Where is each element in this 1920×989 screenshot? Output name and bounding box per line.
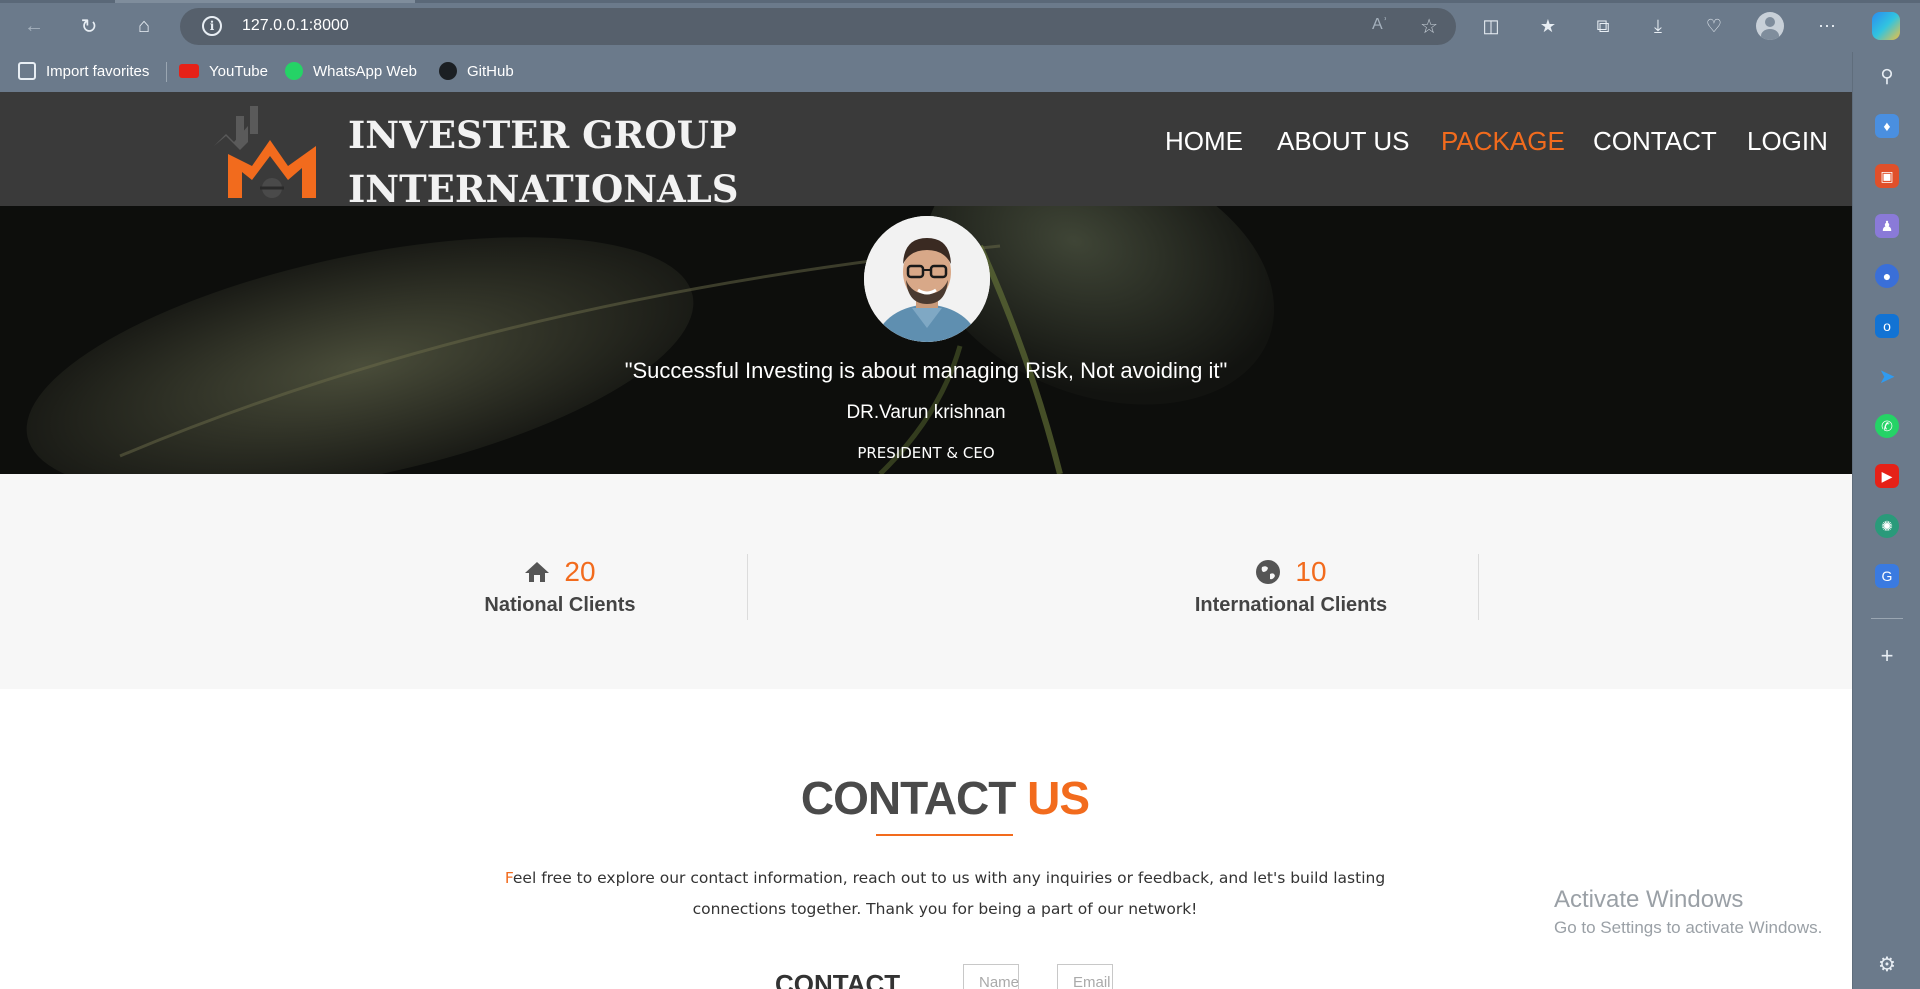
home-icon [525,562,550,582]
split-screen-icon[interactable]: ◫ [1476,11,1506,41]
nav-login[interactable]: LOGIN [1747,126,1828,157]
favorite-label: GitHub [467,62,514,80]
favorites-divider [166,62,167,82]
company-name[interactable]: INVESTER GROUP INTERNATIONALS [348,108,738,216]
contact-heading: CONTACT US [0,771,1852,825]
favorite-label: YouTube [209,62,268,80]
stat-divider [1478,554,1479,620]
email-field[interactable]: Email [1057,964,1113,989]
favorite-github[interactable]: GitHub [439,60,514,82]
settings-gear-icon[interactable]: ⚙ [1875,952,1899,976]
testimonial-role: PRESIDENT & CEO [857,444,995,462]
testimonial-quote: "Successful Investing is about managing … [624,358,1228,383]
whatsapp-sidebar-icon[interactable]: ✆ [1875,414,1899,438]
favorites-icon[interactable]: ★ [1533,11,1563,41]
tools-briefcase-icon[interactable]: ▣ [1875,164,1899,188]
contact-heading-accent: US [1027,772,1090,824]
sidebar-divider [1871,618,1903,619]
stat-label: National Clients [484,594,636,616]
microsoft-365-icon[interactable]: ● [1875,264,1899,288]
stat-national-clients: 20 National Clients [430,554,690,617]
games-icon[interactable]: ♟ [1875,214,1899,238]
nav-contact[interactable]: CONTACT [1593,126,1717,157]
home-icon[interactable]: ⌂ [128,10,160,42]
browser-toolbar: ← ↻ ⌂ i 127.0.0.1:8000 Aʾ ☆ ◫ ★ ⧉ ⤓ ♡ ⋯ [0,0,1920,52]
nav-home[interactable]: HOME [1165,126,1243,157]
globe-icon [1256,560,1281,584]
send-icon[interactable]: ➤ [1875,364,1899,388]
downloads-icon[interactable]: ⤓ [1643,11,1673,41]
browser-essentials-icon[interactable]: ♡ [1699,11,1729,41]
contact-section: CONTACT US Feel free to explore our cont… [0,689,1852,989]
stat-label: International Clients [1194,594,1388,616]
watermark-subtitle: Go to Settings to activate Windows. [1554,918,1823,937]
windows-activation-watermark: Activate Windows Go to Settings to activ… [1554,886,1822,938]
stat-value: 20 [564,556,596,587]
web-page: INVESTER GROUP INTERNATIONALS HOME ABOUT… [0,92,1852,989]
url-text[interactable]: 127.0.0.1:8000 [242,17,349,35]
company-name-line1: INVESTER GROUP [348,113,737,157]
watermark-title: Activate Windows [1554,886,1744,913]
testimonial-hero: "Successful Investing is about managing … [0,206,1852,474]
collections-icon[interactable]: ⧉ [1588,11,1618,41]
heading-underline [876,834,1013,836]
translate-icon[interactable]: G [1875,564,1899,588]
favorite-import[interactable]: Import favorites [18,60,149,82]
site-header: INVESTER GROUP INTERNATIONALS HOME ABOUT… [0,92,1852,211]
search-icon[interactable]: ⚲ [1875,64,1899,88]
stat-divider [747,554,748,620]
intro-first-letter: F [504,869,513,887]
name-field[interactable]: Name [963,964,1019,989]
stat-row: 20 [430,554,690,590]
testimonial-author: DR.Varun krishnan [846,402,1006,423]
tab-strip [0,0,1920,3]
contact-heading-main: CONTACT [800,772,1016,824]
ceo-photo [864,216,990,342]
youtube-sidebar-icon[interactable]: ▶ [1875,464,1899,488]
client-stats: 20 National Clients 10 International Cli… [0,474,1852,689]
site-info-icon[interactable]: i [202,16,222,36]
browser-sidebar: ⚲ ♦ ▣ ♟ ● o ➤ ✆ ▶ ✺ G + ⚙ [1852,52,1920,989]
nav-about-us[interactable]: ABOUT US [1277,126,1409,157]
outlook-icon[interactable]: o [1875,314,1899,338]
intro-text: eel free to explore our contact informat… [512,869,1386,918]
shopping-tag-icon[interactable]: ♦ [1875,114,1899,138]
refresh-icon[interactable]: ↻ [73,10,105,42]
favorite-label: WhatsApp Web [313,62,417,80]
back-icon[interactable]: ← [18,10,50,42]
favorite-star-icon[interactable]: ☆ [1420,14,1438,39]
active-tab-indicator [115,0,415,3]
read-aloud-icon[interactable]: Aʾ [1372,16,1388,34]
favorites-bar: Import favorites YouTube WhatsApp Web Gi… [0,52,1852,92]
nav-package[interactable]: PACKAGE [1441,126,1565,157]
ceo-avatar [864,216,990,342]
stat-value: 10 [1295,556,1327,587]
contact-intro: Feel free to explore our contact informa… [500,863,1390,925]
copilot-icon[interactable] [1872,12,1900,40]
favorite-whatsapp[interactable]: WhatsApp Web [285,60,417,82]
address-bar[interactable]: i 127.0.0.1:8000 Aʾ ☆ [180,8,1456,45]
github-icon [439,62,457,80]
favorite-label: Import favorites [46,62,150,80]
youtube-icon [179,64,199,78]
add-icon[interactable]: + [1875,643,1899,668]
import-favorites-icon [18,62,36,80]
contact-form-heading: CONTACT [775,969,901,989]
favorite-youtube[interactable]: YouTube [179,60,268,82]
company-logo[interactable] [214,106,326,198]
stat-row: 10 [1161,554,1421,590]
whatsapp-icon [285,62,303,80]
stat-international-clients: 10 International Clients [1161,554,1421,617]
more-options-icon[interactable]: ⋯ [1812,11,1842,41]
chatgpt-icon[interactable]: ✺ [1875,514,1899,538]
profile-avatar-icon[interactable] [1756,12,1784,40]
